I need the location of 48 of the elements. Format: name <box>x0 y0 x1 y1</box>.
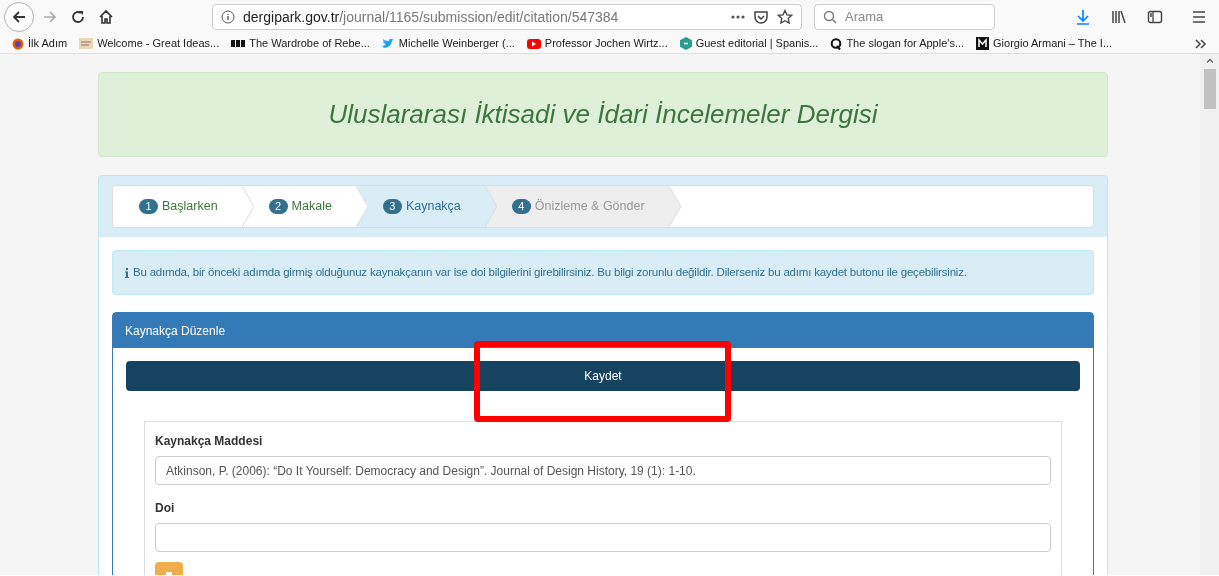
info-icon[interactable] <box>221 10 235 24</box>
url-text: dergipark.gov.tr/journal/1165/submission/edit/citation/547384 <box>243 7 619 27</box>
q-icon <box>830 37 843 50</box>
globe-icon <box>12 37 24 50</box>
scroll-up-icon[interactable] <box>1205 58 1214 63</box>
reload-icon[interactable] <box>70 9 86 25</box>
doi-input-field[interactable] <box>155 523 1051 552</box>
hexagon-icon <box>679 37 692 50</box>
sidebar-icon[interactable] <box>1147 9 1163 25</box>
scroll-thumb[interactable] <box>1203 69 1216 109</box>
more-icon[interactable] <box>731 15 745 19</box>
info-text: Bu adımda, bir önceki adımda girmiş olduğunuz kaynakçanın var ise doi bilgilerini girebilirsiniz. Bu bilgi zorunlu değildir. Dilerseniz bu adımı kaydet butonu ile geçebilirsiniz. <box>133 264 967 280</box>
search-field[interactable]: Arama <box>814 4 995 30</box>
overflow-chevron-icon[interactable] <box>1195 38 1207 49</box>
field-label: Doi <box>155 500 176 517</box>
back-arrow-icon <box>11 9 27 25</box>
wizard-step-tab[interactable]: 1 Başlarken <box>113 186 255 227</box>
save-button[interactable]: Kaydet <box>126 361 1080 391</box>
panel-title: Kaynakça Düzenle <box>125 322 226 340</box>
bookmark-link[interactable]: Giorgio Armani – The I... <box>976 35 1113 52</box>
bird-icon <box>381 38 395 49</box>
square-m-icon <box>976 37 990 50</box>
search-icon <box>823 10 837 24</box>
search-input[interactable]: Arama <box>845 7 985 27</box>
info-icon <box>125 267 129 278</box>
bookmark-link[interactable]: Michelle Weinberger (... <box>381 35 515 52</box>
wizard-step-tab[interactable]: 4 Önizleme & Gönder <box>497 186 682 227</box>
bookmark-link[interactable]: İlk Adım <box>12 35 68 52</box>
library-icon[interactable] <box>1111 9 1127 25</box>
wizard-step-tab[interactable]: 3 Kaynakça <box>368 186 498 227</box>
bookmark-link[interactable]: Professor Jochen Wirtz... <box>526 35 668 52</box>
bookmark-link[interactable]: Guest editorial | Spanis... <box>679 35 819 52</box>
address-bar[interactable]: dergipark.gov.tr/journal/1165/submission/edit/citation/547384 <box>212 4 802 30</box>
thumbnail-icon <box>79 38 94 49</box>
star-icon[interactable] <box>777 9 793 25</box>
home-icon[interactable] <box>98 9 114 25</box>
pocket-icon[interactable] <box>753 9 769 25</box>
play-icon <box>526 38 541 49</box>
field-label: Kaynakça Maddesi <box>155 433 264 450</box>
citation-input-field[interactable]: Atkinson, P. (2006): “Do It Yourself: Democracy and Design”. Journal of Design History, 19 (1): 1-10. <box>155 456 1051 485</box>
bookmark-link[interactable]: Welcome - Great Ideas... <box>79 35 220 52</box>
download-icon[interactable] <box>1075 9 1091 25</box>
blocks-icon <box>231 40 246 47</box>
bookmark-link[interactable]: The Wardrobe of Rebe... <box>231 35 370 52</box>
back-button[interactable] <box>4 2 34 32</box>
menu-icon[interactable] <box>1191 9 1207 25</box>
bookmark-link[interactable]: The slogan for Apple's... <box>830 35 965 52</box>
journal-title: Uluslararası İktisadi ve İdari İncelemeler Dergisi <box>328 98 878 131</box>
